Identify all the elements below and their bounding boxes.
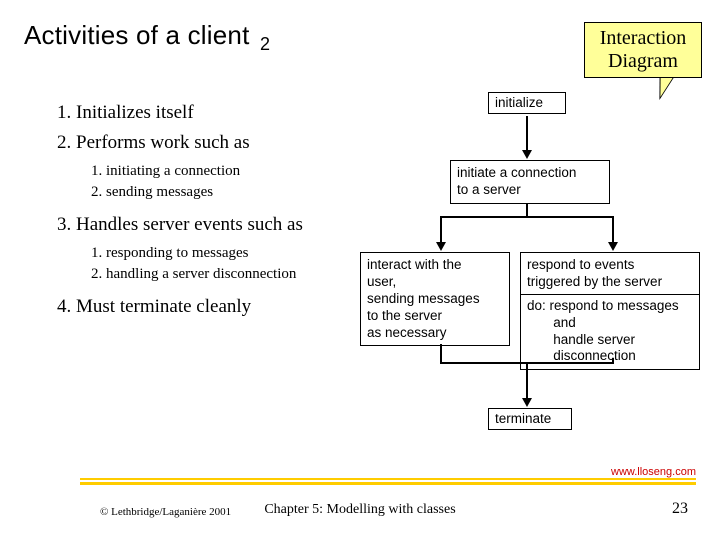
title-text: Activities of a client bbox=[24, 20, 250, 50]
n4-l2: triggered by the server bbox=[527, 274, 693, 291]
outline-sub-a1: initiating a connection bbox=[106, 161, 362, 181]
callout-line2: Diagram bbox=[585, 50, 701, 73]
footer-page-number: 23 bbox=[672, 500, 688, 518]
outline-item-3-text: Handles server events such as bbox=[76, 214, 303, 235]
n4-l4: and bbox=[527, 315, 693, 332]
n3-l2: user, bbox=[367, 274, 503, 291]
n4-l5: handle server bbox=[527, 332, 693, 349]
footer-chapter: Chapter 5: Modelling with classes bbox=[0, 502, 720, 518]
n4-l3: do: respond to messages bbox=[527, 298, 693, 315]
outline-item-4: Must terminate cleanly bbox=[76, 294, 362, 320]
footer-url: www.lloseng.com bbox=[611, 466, 696, 478]
outline-item-2-text: Performs work such as bbox=[76, 132, 250, 153]
outline-sub-b2: handling a server disconnection bbox=[106, 264, 362, 284]
footer-rule-icon bbox=[80, 482, 696, 485]
node-respond-events: respond to events triggered by the serve… bbox=[520, 252, 700, 370]
outline-item-2: Performs work such as initiating a conne… bbox=[76, 130, 362, 202]
slide-title: Activities of a client 2 bbox=[24, 20, 270, 55]
title-subscript: 2 bbox=[260, 34, 270, 54]
outline-item-3: Handles server events such as responding… bbox=[76, 212, 362, 284]
outline-sub-b1: responding to messages bbox=[106, 243, 362, 263]
slide: Activities of a client 2 Interaction Dia… bbox=[0, 0, 720, 540]
activity-diagram: initialize initiate a connection to a se… bbox=[380, 80, 710, 460]
n3-l1: interact with the bbox=[367, 257, 503, 274]
n3-l5: as necessary bbox=[367, 325, 503, 342]
outline-sub-a2: sending messages bbox=[106, 182, 362, 202]
n2-l2: to a server bbox=[457, 182, 603, 199]
callout-line1: Interaction bbox=[585, 27, 701, 50]
n4-l1: respond to events bbox=[527, 257, 693, 274]
footer-rule-icon bbox=[80, 478, 696, 480]
node-initialize: initialize bbox=[488, 92, 566, 114]
outline-item-1: Initializes itself bbox=[76, 100, 362, 126]
n3-l3: sending messages bbox=[367, 291, 503, 308]
callout-interaction-diagram: Interaction Diagram bbox=[584, 22, 702, 78]
node-initiate-connection: initiate a connection to a server bbox=[450, 160, 610, 204]
n3-l4: to the server bbox=[367, 308, 503, 325]
n2-l1: initiate a connection bbox=[457, 165, 603, 182]
outline-list: Initializes itself Performs work such as… bbox=[52, 100, 362, 324]
node-interact-user: interact with the user, sending messages… bbox=[360, 252, 510, 346]
node-terminate: terminate bbox=[488, 408, 572, 430]
